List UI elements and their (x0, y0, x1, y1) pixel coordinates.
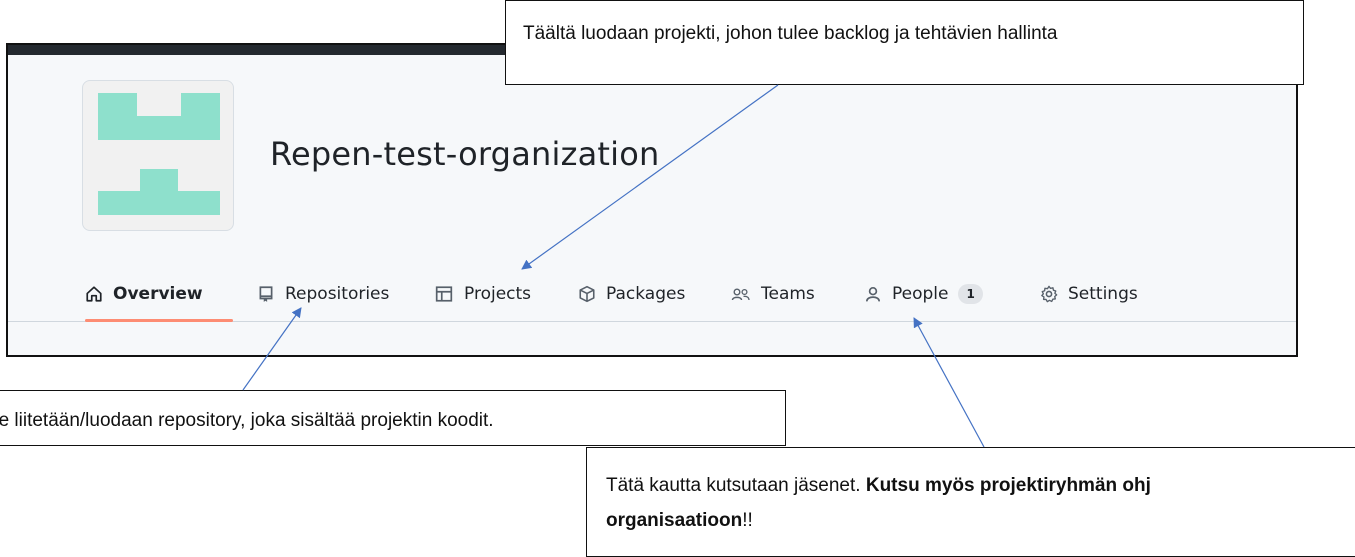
tab-overview-label: Overview (113, 284, 203, 304)
tab-repositories-label: Repositories (285, 284, 390, 304)
callout-repos-text: ne liitetään/luodaan repository, joka si… (0, 410, 494, 431)
callout-projects-text: Täältä luodaan projekti, johon tulee bac… (523, 23, 1058, 44)
tab-packages[interactable]: Packages (578, 267, 685, 321)
callout-repositories: ne liitetään/luodaan repository, joka si… (0, 390, 786, 446)
tab-repositories[interactable]: Repositories (257, 267, 389, 321)
callout-projects: Täältä luodaan projekti, johon tulee bac… (505, 0, 1304, 85)
package-icon (579, 285, 595, 303)
person-icon (865, 286, 881, 302)
table-icon (435, 286, 453, 302)
tab-teams[interactable]: Teams (731, 267, 815, 321)
github-org-screenshot: Repen-test-organization Overview Reposit… (6, 43, 1298, 357)
callout-people-bold-1: Kutsu myös projektiryhmän ohj (865, 475, 1151, 496)
people-count-badge: 1 (958, 284, 983, 304)
repo-icon (259, 286, 273, 302)
callout-people-bold-2: organisaatioon (606, 510, 743, 531)
people-icon (731, 288, 750, 301)
callout-people: Tätä kautta kutsutaan jäsenet. Kutsu myö… (586, 447, 1355, 557)
tab-projects[interactable]: Projects (434, 267, 531, 321)
tab-people-label: People (892, 284, 949, 304)
tab-packages-label: Packages (606, 284, 686, 304)
org-name: Repen-test-organization (270, 135, 660, 173)
tab-projects-label: Projects (464, 284, 532, 304)
tab-settings-label: Settings (1068, 284, 1138, 304)
gear-icon (1041, 285, 1058, 303)
home-icon (86, 286, 102, 302)
org-avatar-logo (98, 93, 220, 215)
tab-teams-label: Teams (761, 284, 815, 304)
org-tabs: Overview Repositories Projects Packages (8, 267, 1296, 322)
tab-people[interactable]: People 1 (864, 267, 983, 321)
callout-people-text: Tätä kautta kutsutaan jäsenet. (606, 475, 866, 496)
callout-people-suffix: !! (742, 510, 753, 531)
org-avatar[interactable] (82, 80, 234, 231)
tab-settings[interactable]: Settings (1040, 267, 1138, 321)
tab-overview[interactable]: Overview (85, 267, 233, 322)
